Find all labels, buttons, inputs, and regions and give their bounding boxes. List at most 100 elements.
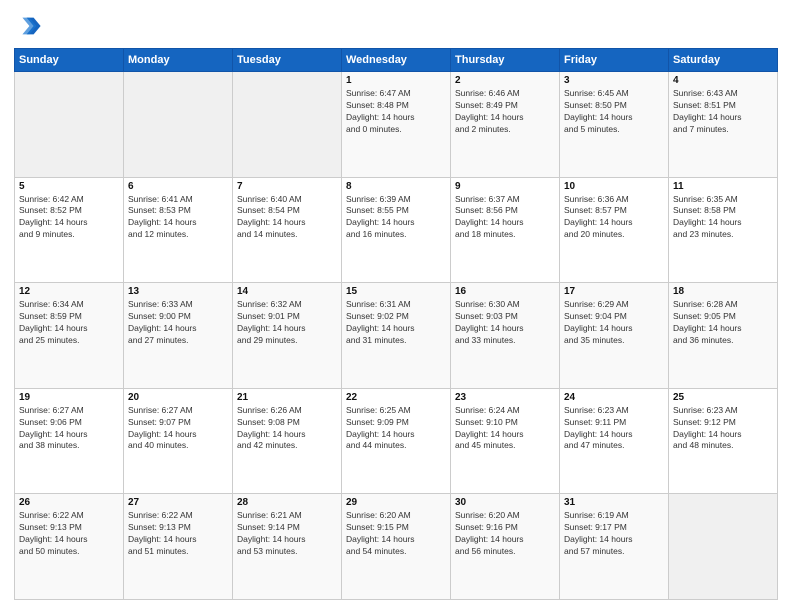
day-info: Sunrise: 6:31 AM Sunset: 9:02 PM Dayligh… (346, 299, 446, 347)
calendar-cell: 7Sunrise: 6:40 AM Sunset: 8:54 PM Daylig… (233, 177, 342, 283)
day-info: Sunrise: 6:32 AM Sunset: 9:01 PM Dayligh… (237, 299, 337, 347)
day-number: 23 (455, 392, 555, 403)
day-number: 19 (19, 392, 119, 403)
calendar-week-row: 19 Sunrise: 6:27 AM Sunset: 9:06 PM Dayli… (15, 388, 778, 494)
day-info: Sunrise: 6:24 AM Sunset: 9:10 PM Dayligh… (455, 405, 555, 453)
day-info: Sunrise: 6:20 AM Sunset: 9:16 PM Dayligh… (455, 510, 555, 558)
calendar-cell: 30Sunrise: 6:20 AM Sunset: 9:16 PM Dayli… (451, 494, 560, 600)
day-number: 2 (455, 75, 555, 86)
calendar-cell: 28 Sunrise: 6:21 AM Sunset: 9:14 PM Dayli… (233, 494, 342, 600)
calendar-day-header: Thursday (451, 49, 560, 72)
header (14, 12, 778, 40)
logo (14, 12, 46, 40)
day-info: Sunrise: 6:20 AM Sunset: 9:15 PM Dayligh… (346, 510, 446, 558)
day-number: 3 (564, 75, 664, 86)
calendar-cell: 25 Sunrise: 6:23 AM Sunset: 9:12 PM Dayli… (669, 388, 778, 494)
day-number: 11 (673, 181, 773, 192)
calendar-day-header: Sunday (15, 49, 124, 72)
calendar-cell: 12 Sunrise: 6:34 AM Sunset: 8:59 PM Dayli… (15, 283, 124, 389)
day-info: Sunrise: 6:34 AM Sunset: 8:59 PM Dayligh… (19, 299, 119, 347)
day-number: 10 (564, 181, 664, 192)
day-number: 5 (19, 181, 119, 192)
calendar-cell: 8 Sunrise: 6:39 AM Sunset: 8:55 PM Daylig… (342, 177, 451, 283)
page: SundayMondayTuesdayWednesdayThursdayFrid… (0, 0, 792, 612)
day-info: Sunrise: 6:36 AM Sunset: 8:57 PM Dayligh… (564, 194, 664, 242)
calendar-cell: 26 Sunrise: 6:22 AM Sunset: 9:13 PM Dayli… (15, 494, 124, 600)
day-info: Sunrise: 6:43 AM Sunset: 8:51 PM Dayligh… (673, 88, 773, 136)
day-number: 12 (19, 286, 119, 297)
day-number: 6 (128, 181, 228, 192)
day-info: Sunrise: 6:29 AM Sunset: 9:04 PM Dayligh… (564, 299, 664, 347)
calendar-cell (124, 72, 233, 178)
calendar-table: SundayMondayTuesdayWednesdayThursdayFrid… (14, 48, 778, 600)
calendar-day-header: Friday (560, 49, 669, 72)
calendar-cell: 5 Sunrise: 6:42 AM Sunset: 8:52 PM Daylig… (15, 177, 124, 283)
day-number: 28 (237, 497, 337, 508)
day-info: Sunrise: 6:42 AM Sunset: 8:52 PM Dayligh… (19, 194, 119, 242)
calendar-cell: 15Sunrise: 6:31 AM Sunset: 9:02 PM Dayli… (342, 283, 451, 389)
calendar-day-header: Wednesday (342, 49, 451, 72)
calendar-cell: 20 Sunrise: 6:27 AM Sunset: 9:07 PM Dayli… (124, 388, 233, 494)
day-info: Sunrise: 6:27 AM Sunset: 9:07 PM Dayligh… (128, 405, 228, 453)
day-number: 16 (455, 286, 555, 297)
calendar-cell: 18 Sunrise: 6:28 AM Sunset: 9:05 PM Dayli… (669, 283, 778, 389)
calendar-cell: 24 Sunrise: 6:23 AM Sunset: 9:11 PM Dayli… (560, 388, 669, 494)
day-number: 14 (237, 286, 337, 297)
day-info: Sunrise: 6:47 AM Sunset: 8:48 PM Dayligh… (346, 88, 446, 136)
day-info: Sunrise: 6:28 AM Sunset: 9:05 PM Dayligh… (673, 299, 773, 347)
day-number: 26 (19, 497, 119, 508)
day-info: Sunrise: 6:37 AM Sunset: 8:56 PM Dayligh… (455, 194, 555, 242)
calendar-cell: 21 Sunrise: 6:26 AM Sunset: 9:08 PM Dayli… (233, 388, 342, 494)
day-number: 18 (673, 286, 773, 297)
calendar-header-row: SundayMondayTuesdayWednesdayThursdayFrid… (15, 49, 778, 72)
day-number: 17 (564, 286, 664, 297)
day-number: 27 (128, 497, 228, 508)
day-number: 4 (673, 75, 773, 86)
day-info: Sunrise: 6:27 AM Sunset: 9:06 PM Dayligh… (19, 405, 119, 453)
day-info: Sunrise: 6:39 AM Sunset: 8:55 PM Dayligh… (346, 194, 446, 242)
calendar-cell: 13 Sunrise: 6:33 AM Sunset: 9:00 PM Dayli… (124, 283, 233, 389)
day-info: Sunrise: 6:23 AM Sunset: 9:12 PM Dayligh… (673, 405, 773, 453)
day-info: Sunrise: 6:41 AM Sunset: 8:53 PM Dayligh… (128, 194, 228, 242)
calendar-cell: 29 Sunrise: 6:20 AM Sunset: 9:15 PM Dayli… (342, 494, 451, 600)
calendar-week-row: 26 Sunrise: 6:22 AM Sunset: 9:13 PM Dayli… (15, 494, 778, 600)
day-info: Sunrise: 6:19 AM Sunset: 9:17 PM Dayligh… (564, 510, 664, 558)
calendar-cell (669, 494, 778, 600)
day-number: 8 (346, 181, 446, 192)
calendar-cell: 2Sunrise: 6:46 AM Sunset: 8:49 PM Daylig… (451, 72, 560, 178)
calendar-cell: 14 Sunrise: 6:32 AM Sunset: 9:01 PM Dayli… (233, 283, 342, 389)
day-info: Sunrise: 6:23 AM Sunset: 9:11 PM Dayligh… (564, 405, 664, 453)
calendar-week-row: 5 Sunrise: 6:42 AM Sunset: 8:52 PM Daylig… (15, 177, 778, 283)
day-number: 7 (237, 181, 337, 192)
day-number: 21 (237, 392, 337, 403)
day-info: Sunrise: 6:33 AM Sunset: 9:00 PM Dayligh… (128, 299, 228, 347)
calendar-cell: 17 Sunrise: 6:29 AM Sunset: 9:04 PM Dayli… (560, 283, 669, 389)
calendar-cell (233, 72, 342, 178)
calendar-cell: 9 Sunrise: 6:37 AM Sunset: 8:56 PM Daylig… (451, 177, 560, 283)
day-number: 29 (346, 497, 446, 508)
day-info: Sunrise: 6:22 AM Sunset: 9:13 PM Dayligh… (19, 510, 119, 558)
calendar-cell: 22Sunrise: 6:25 AM Sunset: 9:09 PM Dayli… (342, 388, 451, 494)
calendar-day-header: Saturday (669, 49, 778, 72)
day-info: Sunrise: 6:30 AM Sunset: 9:03 PM Dayligh… (455, 299, 555, 347)
day-info: Sunrise: 6:35 AM Sunset: 8:58 PM Dayligh… (673, 194, 773, 242)
calendar-cell: 10 Sunrise: 6:36 AM Sunset: 8:57 PM Dayli… (560, 177, 669, 283)
day-info: Sunrise: 6:26 AM Sunset: 9:08 PM Dayligh… (237, 405, 337, 453)
day-number: 9 (455, 181, 555, 192)
day-number: 20 (128, 392, 228, 403)
day-info: Sunrise: 6:21 AM Sunset: 9:14 PM Dayligh… (237, 510, 337, 558)
day-number: 25 (673, 392, 773, 403)
calendar-week-row: 12 Sunrise: 6:34 AM Sunset: 8:59 PM Dayli… (15, 283, 778, 389)
day-number: 1 (346, 75, 446, 86)
day-info: Sunrise: 6:45 AM Sunset: 8:50 PM Dayligh… (564, 88, 664, 136)
calendar-cell: 6 Sunrise: 6:41 AM Sunset: 8:53 PM Daylig… (124, 177, 233, 283)
day-info: Sunrise: 6:22 AM Sunset: 9:13 PM Dayligh… (128, 510, 228, 558)
calendar-cell: 31Sunrise: 6:19 AM Sunset: 9:17 PM Dayli… (560, 494, 669, 600)
day-number: 22 (346, 392, 446, 403)
logo-icon (14, 12, 42, 40)
calendar-day-header: Tuesday (233, 49, 342, 72)
day-number: 13 (128, 286, 228, 297)
day-number: 24 (564, 392, 664, 403)
calendar-cell (15, 72, 124, 178)
calendar-week-row: 1 Sunrise: 6:47 AM Sunset: 8:48 PM Daylig… (15, 72, 778, 178)
